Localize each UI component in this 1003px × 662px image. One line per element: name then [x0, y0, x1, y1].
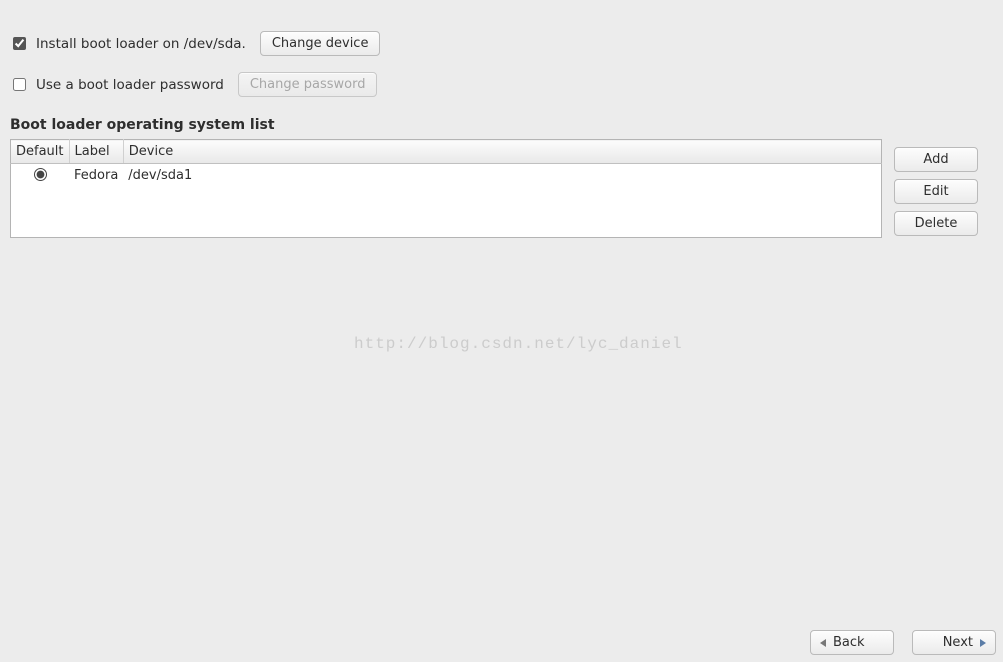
edit-button[interactable]: Edit — [894, 179, 978, 204]
os-device-cell: /dev/sda1 — [123, 164, 881, 190]
boot-loader-password-row: Use a boot loader password Change passwo… — [10, 70, 993, 99]
change-device-button[interactable]: Change device — [260, 31, 381, 56]
table-row[interactable]: Fedora /dev/sda1 — [11, 164, 882, 190]
arrow-left-icon — [820, 639, 826, 647]
os-list-title: Boot loader operating system list — [10, 117, 993, 133]
table-empty-area — [11, 189, 882, 237]
default-os-radio[interactable] — [34, 168, 47, 181]
boot-loader-password-label: Use a boot loader password — [36, 77, 224, 93]
delete-button[interactable]: Delete — [894, 211, 978, 236]
os-list-container: Default Label Device Fedora /dev/sda1 — [10, 139, 993, 238]
os-table: Default Label Device Fedora /dev/sda1 — [10, 139, 882, 238]
next-button-label: Next — [943, 635, 973, 650]
col-header-default[interactable]: Default — [11, 140, 70, 164]
add-button[interactable]: Add — [894, 147, 978, 172]
col-header-label[interactable]: Label — [69, 140, 123, 164]
os-label-cell: Fedora — [69, 164, 123, 190]
install-boot-loader-label: Install boot loader on /dev/sda. — [36, 36, 246, 52]
side-buttons: Add Edit Delete — [894, 139, 978, 236]
arrow-right-icon — [980, 639, 986, 647]
back-button-label: Back — [833, 635, 865, 650]
next-button[interactable]: Next — [912, 630, 996, 655]
back-button[interactable]: Back — [810, 630, 894, 655]
footer-buttons: Back Next — [806, 626, 1000, 659]
change-password-button: Change password — [238, 72, 378, 97]
boot-loader-password-checkbox[interactable] — [13, 78, 26, 91]
install-boot-loader-row: Install boot loader on /dev/sda. Change … — [10, 29, 993, 58]
watermark: http://blog.csdn.net/lyc_daniel — [354, 335, 683, 353]
install-boot-loader-checkbox[interactable] — [13, 37, 26, 50]
col-header-device[interactable]: Device — [123, 140, 881, 164]
